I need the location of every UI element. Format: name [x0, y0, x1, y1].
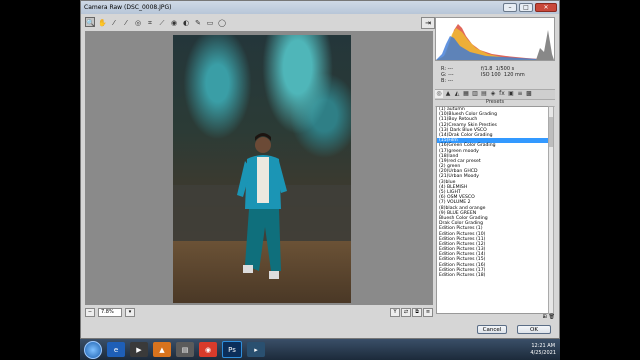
- iso: ISO 100: [481, 72, 501, 78]
- toolbar: 🔍 ✋ ⁄ ⁄ ◎ ⌗ ⟋ ◉ ◐ ✎ ▭ ◯: [85, 17, 227, 29]
- delete-preset-icon[interactable]: 🗑: [549, 314, 555, 320]
- preset-item[interactable]: Edition Pictures (18): [437, 273, 549, 278]
- zoom-icon[interactable]: 🔍: [85, 17, 95, 27]
- presets-list[interactable]: (1) autumn (10)Bluesh Color Grading (11)Bo…: [436, 106, 550, 314]
- rgb-readout: R: --- G: --- B: ---: [441, 66, 454, 84]
- folder-icon[interactable]: ▤: [176, 342, 194, 357]
- media-player-icon[interactable]: ▶: [130, 342, 148, 357]
- camera-raw-window: Camera Raw (DSC_0008.JPG) – □ ✕ 🔍 ✋ ⁄ ⁄ ◎ ⌗ ⟋ ◉…: [80, 0, 560, 339]
- time: 12:21 AM: [531, 342, 556, 349]
- focal-length: 120 mm: [503, 72, 525, 78]
- maximize-button[interactable]: □: [519, 3, 533, 12]
- zoom-level-select[interactable]: 7.8%: [98, 307, 122, 317]
- crop-icon[interactable]: ⌗: [145, 17, 155, 27]
- zoom-dropdown-icon[interactable]: ▾: [125, 307, 135, 317]
- b-value: B: ---: [441, 78, 454, 84]
- close-button[interactable]: ✕: [535, 3, 557, 12]
- camera-info: f/1.8 1/500 s ISO 100 120 mm: [481, 66, 525, 78]
- adjust-brush-icon[interactable]: ✎: [193, 17, 203, 27]
- panel-tab-1[interactable]: ▲: [444, 90, 452, 98]
- view-mode-buttons: Y ⇄ ⧉ ≡: [390, 307, 433, 317]
- right-panel: R: --- G: --- B: --- f/1.8 1/500 s ISO 1…: [435, 17, 557, 320]
- clock[interactable]: 12:21 AM 4/25/2021: [530, 343, 556, 357]
- cancel-button[interactable]: Cancel: [477, 325, 507, 334]
- panel-tab-6[interactable]: ◈: [489, 90, 497, 98]
- color-sampler-icon[interactable]: ⁄: [121, 17, 131, 27]
- ok-button[interactable]: OK: [517, 325, 551, 334]
- panel-tab-8[interactable]: ▣: [507, 90, 515, 98]
- histogram: [435, 17, 555, 61]
- photo-subject: [237, 133, 287, 279]
- straighten-icon[interactable]: ⟋: [157, 17, 167, 27]
- presets-footer: ⊞ 🗑: [435, 314, 555, 320]
- chrome-icon[interactable]: ◉: [199, 342, 217, 357]
- panel-tab-7[interactable]: fx: [498, 90, 506, 98]
- panel-tab-2[interactable]: ◭: [453, 90, 461, 98]
- before-after-icon[interactable]: Y: [390, 307, 400, 317]
- app-icon[interactable]: ▸: [247, 342, 265, 357]
- panel-tab-4[interactable]: ▥: [471, 90, 479, 98]
- minimize-button[interactable]: –: [503, 3, 517, 12]
- desktop: Camera Raw (DSC_0008.JPG) – □ ✕ 🔍 ✋ ⁄ ⁄ ◎ ⌗ ⟋ ◉…: [80, 0, 560, 360]
- grad-filter-icon[interactable]: ▭: [205, 17, 215, 27]
- panel-tab-10[interactable]: ▩: [525, 90, 533, 98]
- histogram-graph: [436, 24, 554, 60]
- spot-removal-icon[interactable]: ◉: [169, 17, 179, 27]
- photo-preview: [173, 35, 351, 303]
- title-bar: Camera Raw (DSC_0008.JPG) – □ ✕: [81, 1, 559, 14]
- panel-tab-0[interactable]: ◎: [435, 90, 443, 98]
- new-preset-icon[interactable]: ⊞: [542, 314, 546, 320]
- vlc-icon[interactable]: ▲: [153, 342, 171, 357]
- red-eye-icon[interactable]: ◐: [181, 17, 191, 27]
- zoom-out-button[interactable]: −: [85, 307, 95, 317]
- view-settings-icon[interactable]: ≡: [423, 307, 433, 317]
- eyedropper-icon[interactable]: ⁄: [109, 17, 119, 27]
- window-title: Camera Raw (DSC_0008.JPG): [84, 4, 172, 11]
- radial-filter-icon[interactable]: ◯: [217, 17, 227, 27]
- zoom-bar: − 7.8% ▾ Y ⇄ ⧉ ≡: [85, 307, 433, 317]
- hand-icon[interactable]: ✋: [97, 17, 107, 27]
- preview-canvas[interactable]: [85, 31, 433, 305]
- scroll-thumb[interactable]: [549, 117, 553, 147]
- copy-settings-icon[interactable]: ⧉: [412, 307, 422, 317]
- start-button[interactable]: [84, 340, 102, 359]
- presets-scrollbar[interactable]: [548, 106, 554, 314]
- toggle-fullscreen-icon[interactable]: ⇥: [421, 17, 435, 29]
- photoshop-icon[interactable]: Ps: [222, 341, 242, 358]
- image-info: R: --- G: --- B: --- f/1.8 1/500 s ISO 1…: [435, 63, 555, 87]
- date: 4/25/2021: [530, 349, 556, 356]
- panel-tab-5[interactable]: ▤: [480, 90, 488, 98]
- swap-icon[interactable]: ⇄: [401, 307, 411, 317]
- ie-icon[interactable]: e: [107, 342, 125, 357]
- target-adjust-icon[interactable]: ◎: [133, 17, 143, 27]
- panel-tab-3[interactable]: ▦: [462, 90, 470, 98]
- panel-tab-9[interactable]: ≡: [516, 90, 524, 98]
- taskbar: e ▶ ▲ ▤ ◉ Ps ▸ 12:21 AM 4/25/2021: [80, 339, 560, 360]
